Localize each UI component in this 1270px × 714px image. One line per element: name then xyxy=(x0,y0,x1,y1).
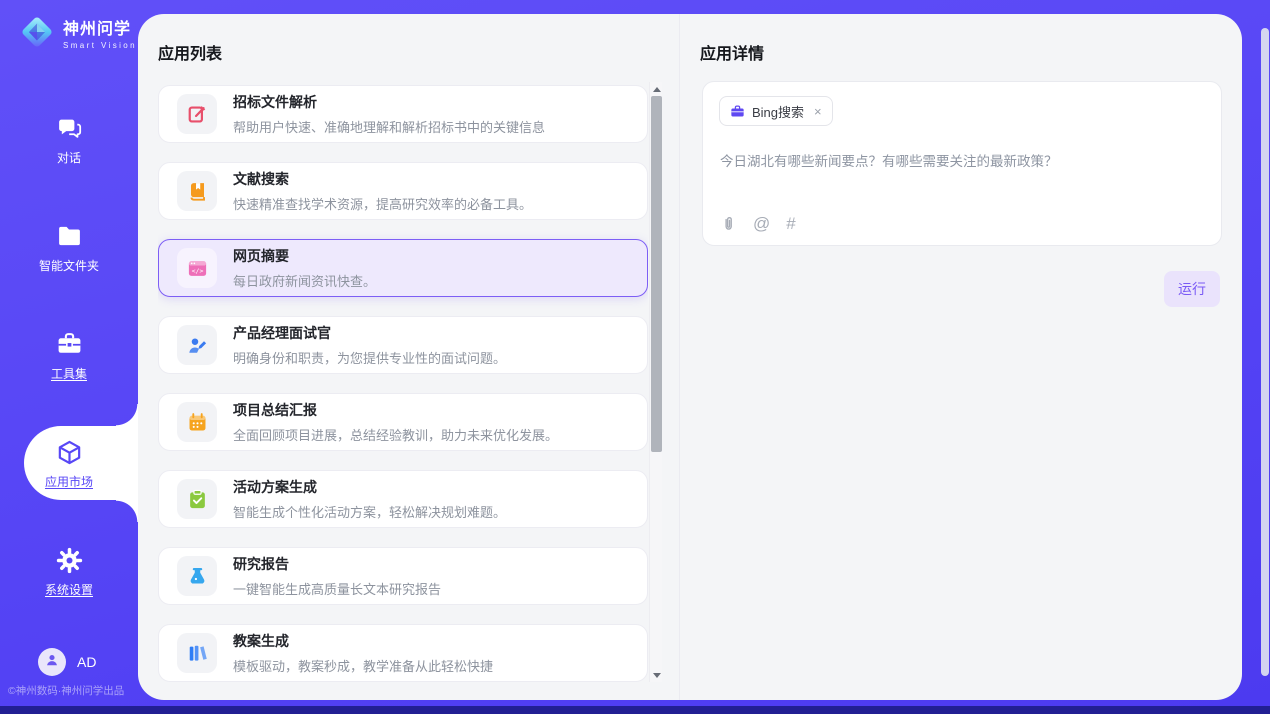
app-card-title: 教案生成 xyxy=(233,631,493,651)
calendar-icon xyxy=(177,402,217,442)
scrollbar-thumb[interactable] xyxy=(651,96,662,452)
app-logo: 神州问学 Smart Vision xyxy=(18,13,137,51)
sidebar-item-chat[interactable]: 对话 xyxy=(0,104,138,176)
mention-icon[interactable]: @ xyxy=(753,215,770,232)
sidebar-item-settings[interactable]: 系统设置 xyxy=(0,536,138,608)
folder-icon xyxy=(56,223,83,250)
user-initials: AD xyxy=(77,654,96,670)
app-card[interactable]: 活动方案生成 智能生成个性化活动方案，轻松解决规划难题。 xyxy=(158,470,648,528)
app-card[interactable]: 文献搜索 快速精准查找学术资源，提高研究效率的必备工具。 xyxy=(158,162,648,220)
book-icon xyxy=(177,171,217,211)
app-detail-title: 应用详情 xyxy=(700,40,1242,64)
app-card-description: 明确身份和职责，为您提供专业性的面试问题。 xyxy=(233,348,506,367)
list-scrollbar[interactable] xyxy=(649,82,662,682)
hash-icon[interactable]: # xyxy=(786,215,795,232)
composer-toolbar: @# xyxy=(720,215,796,232)
prompt-card: Bing搜索 × 今日湖北有哪些新闻要点？有哪些需要关注的最新政策？ @# xyxy=(702,81,1222,246)
briefcase-icon xyxy=(730,104,745,119)
app-card-title: 网页摘要 xyxy=(233,246,376,266)
app-card-title: 活动方案生成 xyxy=(233,477,506,497)
app-card-description: 智能生成个性化活动方案，轻松解决规划难题。 xyxy=(233,502,506,521)
app-card[interactable]: </> 网页摘要 每日政府新闻资讯快查。 xyxy=(158,239,648,297)
app-card[interactable]: 招标文件解析 帮助用户快速、准确地理解和解析招标书中的关键信息 xyxy=(158,85,648,143)
brand-name: 神州问学 xyxy=(63,15,137,39)
cube-icon xyxy=(56,439,83,466)
app-card-description: 全面回顾项目进展，总结经验教训，助力未来优化发展。 xyxy=(233,425,558,444)
clipboard-check-icon xyxy=(177,479,217,519)
tool-tag-bing[interactable]: Bing搜索 × xyxy=(719,96,833,126)
sidebar: 神州问学 Smart Vision 对话 智能文件夹 工具集 应用市场 系统设置… xyxy=(0,0,138,706)
app-card-title: 文献搜索 xyxy=(233,169,532,189)
app-card[interactable]: 教案生成 模板驱动，教案秒成，教学准备从此轻松快捷 xyxy=(158,624,648,682)
scroll-up-button[interactable] xyxy=(650,82,663,96)
app-card[interactable]: 项目总结汇报 全面回顾项目进展，总结经验教训，助力未来优化发展。 xyxy=(158,393,648,451)
app-card-title: 招标文件解析 xyxy=(233,92,545,112)
app-list-viewport: 招标文件解析 帮助用户快速、准确地理解和解析招标书中的关键信息 文献搜索 快速精… xyxy=(158,80,648,700)
window-bottom-bar xyxy=(0,706,1270,714)
pen-document-icon xyxy=(177,94,217,134)
run-button[interactable]: 运行 xyxy=(1164,271,1220,307)
sidebar-item-app-market[interactable]: 应用市场 xyxy=(0,428,138,500)
gem-logo-icon xyxy=(18,13,56,51)
books-icon xyxy=(177,633,217,673)
brand-subtitle: Smart Vision xyxy=(63,41,137,50)
chat-icon xyxy=(56,115,83,142)
scroll-down-button[interactable] xyxy=(650,668,663,682)
app-card-description: 帮助用户快速、准确地理解和解析招标书中的关键信息 xyxy=(233,117,545,136)
browser-code-icon: </> xyxy=(177,248,217,288)
sidebar-item-smart-folder[interactable]: 智能文件夹 xyxy=(0,212,138,284)
user-row[interactable]: AD xyxy=(38,648,96,676)
attachment-icon[interactable] xyxy=(720,215,737,232)
main-content: 应用列表 招标文件解析 帮助用户快速、准确地理解和解析招标书中的关键信息 文献搜… xyxy=(138,14,1242,700)
tool-tag-label: Bing搜索 xyxy=(752,102,804,121)
app-card-title: 研究报告 xyxy=(233,554,441,574)
gear-icon xyxy=(56,547,83,574)
app-card-description: 模板驱动，教案秒成，教学准备从此轻松快捷 xyxy=(233,656,493,675)
page-scrollbar[interactable] xyxy=(1261,28,1269,676)
app-card[interactable]: 产品经理面试官 明确身份和职责，为您提供专业性的面试问题。 xyxy=(158,316,648,374)
app-list-title: 应用列表 xyxy=(158,40,679,64)
app-card-description: 每日政府新闻资讯快查。 xyxy=(233,271,376,290)
app-detail-panel: 应用详情 Bing搜索 × 今日湖北有哪些新闻要点？有哪些需要关注的最新政策？ … xyxy=(680,14,1242,700)
interviewer-icon xyxy=(177,325,217,365)
app-card-description: 一键智能生成高质量长文本研究报告 xyxy=(233,579,441,598)
app-list-panel: 应用列表 招标文件解析 帮助用户快速、准确地理解和解析招标书中的关键信息 文献搜… xyxy=(138,14,680,700)
app-card-description: 快速精准查找学术资源，提高研究效率的必备工具。 xyxy=(233,194,532,213)
person-icon xyxy=(44,652,60,673)
app-card[interactable]: 研究报告 一键智能生成高质量长文本研究报告 xyxy=(158,547,648,605)
sidebar-footer: ©神州数码·神州问学出品 xyxy=(8,683,124,698)
sidebar-nav: 对话 智能文件夹 工具集 应用市场 系统设置 xyxy=(0,104,138,644)
avatar[interactable] xyxy=(38,648,66,676)
prompt-text[interactable]: 今日湖北有哪些新闻要点？有哪些需要关注的最新政策？ xyxy=(720,152,1205,172)
research-icon xyxy=(177,556,217,596)
close-icon[interactable]: × xyxy=(814,104,822,119)
app-card-title: 产品经理面试官 xyxy=(233,323,506,343)
app-card-title: 项目总结汇报 xyxy=(233,400,558,420)
sidebar-item-toolset[interactable]: 工具集 xyxy=(0,320,138,392)
toolbox-icon xyxy=(56,331,83,358)
svg-text:</>: </> xyxy=(191,267,203,275)
